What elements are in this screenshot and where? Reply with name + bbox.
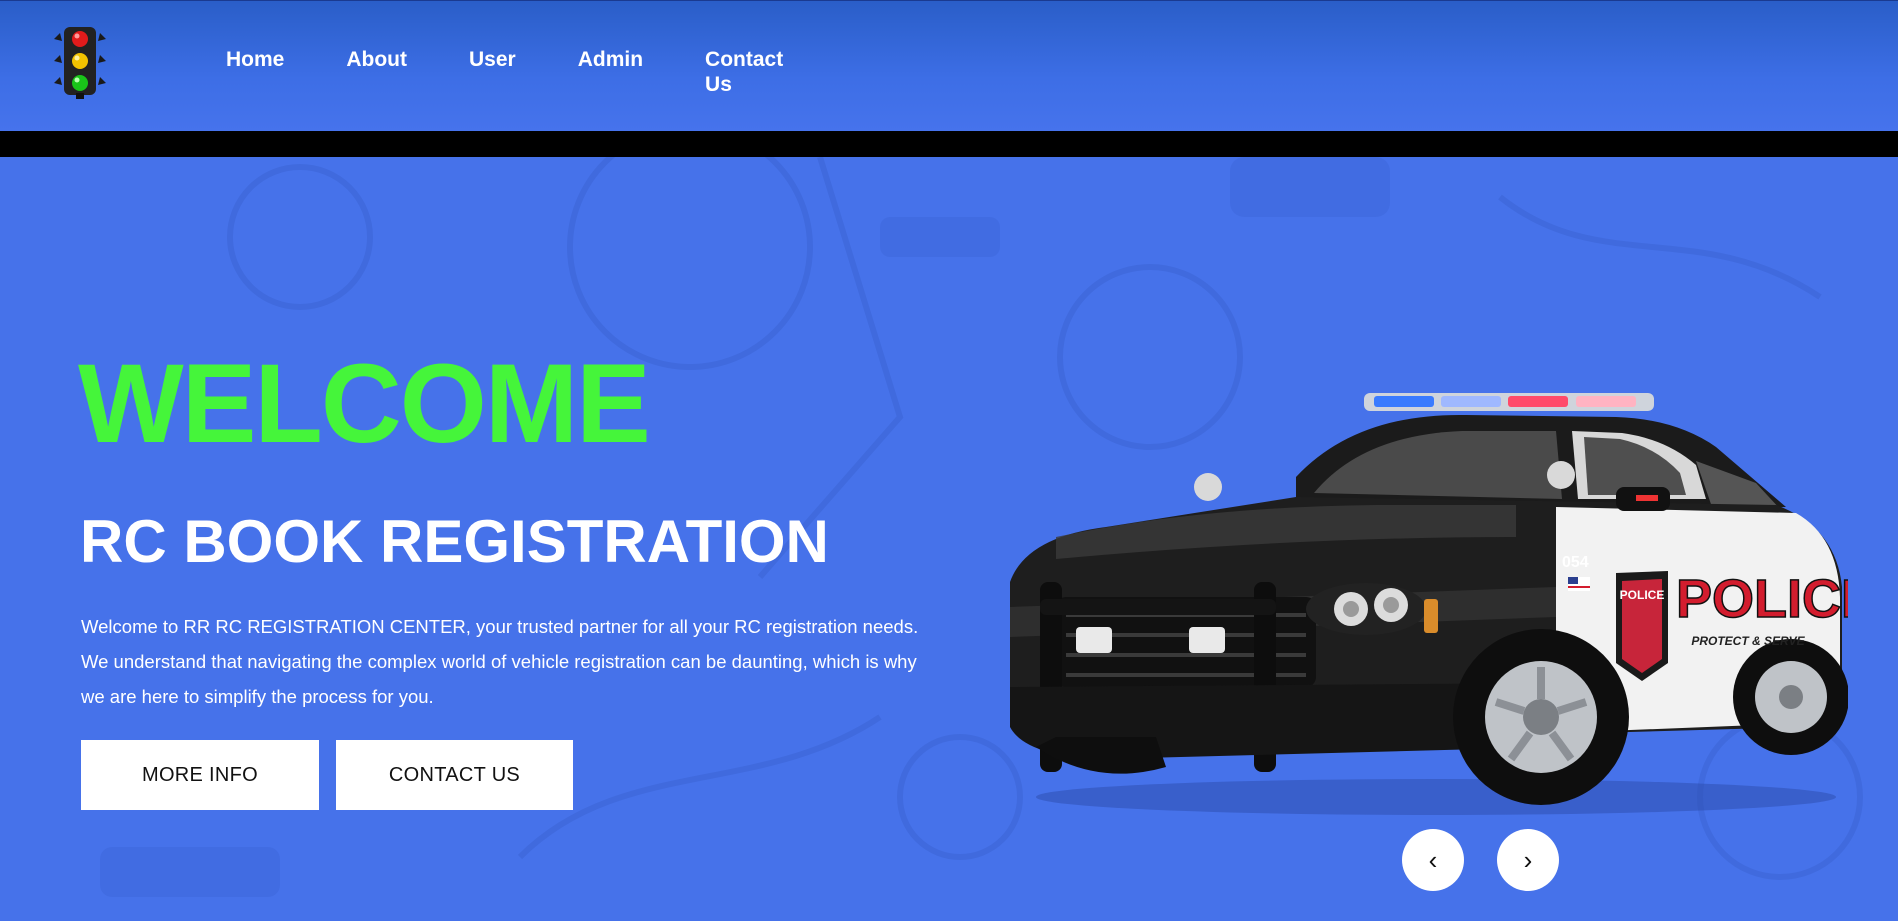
nav-about[interactable]: About xyxy=(346,47,407,72)
hero-section: WELCOME RC BOOK REGISTRATION Welcome to … xyxy=(0,157,1898,923)
more-info-button[interactable]: MORE INFO xyxy=(81,740,319,810)
nav-admin[interactable]: Admin xyxy=(578,47,643,72)
welcome-heading: WELCOME xyxy=(78,341,651,466)
main-nav: Home About User Admin Contact Us xyxy=(226,47,857,97)
police-car-image: POLICE POLICE PROTECT & SERVE 054 xyxy=(1010,393,1848,815)
nav-user[interactable]: User xyxy=(469,47,516,72)
slider-prev-button[interactable]: ‹ xyxy=(1402,829,1464,891)
car-door-shield-text: POLICE xyxy=(1620,588,1665,602)
hero-description: Welcome to RR RC REGISTRATION CENTER, yo… xyxy=(81,616,919,707)
contact-us-button[interactable]: CONTACT US xyxy=(336,740,573,810)
slider-next-button[interactable]: › xyxy=(1497,829,1559,891)
car-police-text: POLICE xyxy=(1676,569,1848,629)
chevron-left-icon: ‹ xyxy=(1428,844,1438,875)
car-unit-number: 054 xyxy=(1562,554,1589,571)
site-header: Home About User Admin Contact Us xyxy=(0,0,1898,131)
nav-contact-us[interactable]: Contact Us xyxy=(705,47,795,97)
header-divider xyxy=(0,131,1898,157)
chevron-right-icon: › xyxy=(1523,844,1533,875)
traffic-light-icon[interactable] xyxy=(52,25,108,99)
page-subtitle: RC BOOK REGISTRATION xyxy=(80,508,829,575)
car-slogan-text: PROTECT & SERVE xyxy=(1691,634,1805,648)
nav-home[interactable]: Home xyxy=(226,47,284,72)
